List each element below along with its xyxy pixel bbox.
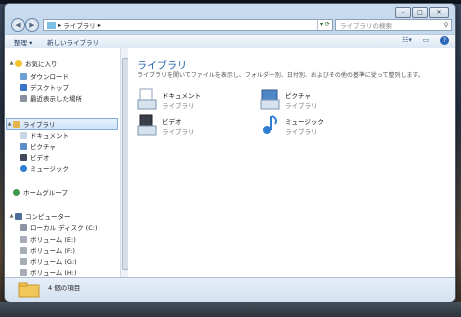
sidebar-favorites[interactable]: ▲ お気に入り: [9, 58, 58, 68]
sidebar-item-label: ミュージック: [30, 165, 69, 173]
library-tile-pictures[interactable]: ピクチャ ライブラリ: [260, 88, 370, 112]
sidebar-item-downloads[interactable]: ダウンロード: [20, 71, 69, 81]
item-count: 4 個の項目: [48, 284, 81, 292]
address-bar[interactable]: ▸ ライブラリ ▸ ▾ ⟳: [43, 19, 333, 31]
sidebar-item-label: デスクトップ: [30, 84, 69, 92]
organize-button[interactable]: 整理 ▾: [14, 37, 32, 47]
computer-icon: [15, 212, 22, 220]
sidebar-item-volume-e[interactable]: ボリューム (E:): [20, 234, 76, 244]
tile-name: ビデオ: [162, 118, 182, 126]
back-arrow-icon[interactable]: ◀: [11, 18, 25, 32]
sidebar-item-desktop[interactable]: デスクトップ: [20, 82, 69, 92]
sidebar-item-recent-places[interactable]: 最近表示した場所: [20, 93, 82, 103]
sidebar-item-volume-f[interactable]: ボリューム (F:): [20, 245, 75, 255]
sidebar-item-label: ピクチャ: [30, 143, 56, 151]
caption-buttons: – □ ✕: [394, 7, 449, 18]
sidebar-item-label: ボリューム (F:): [30, 247, 75, 255]
navigation-pane: ▲ お気に入り ダウンロード デスクトップ 最近表示した場所 ▲ ライブラリ ド…: [5, 48, 121, 277]
documents-icon: [20, 131, 27, 139]
command-bar: 整理 ▾ 新しいライブラリ ☷▾ ▭ ?: [5, 34, 455, 49]
search-input[interactable]: ライブラリの検索: [340, 20, 441, 30]
sidebar-homegroup[interactable]: ホームグループ: [13, 187, 68, 197]
tile-subtitle: ライブラリ: [285, 128, 318, 136]
library-content: ライブラリ ライブラリを開いてファイルを表示し、フォルダー別、日付別、およびその…: [128, 48, 455, 277]
help-icon[interactable]: ?: [440, 36, 449, 45]
sidebar-item-label: ドキュメント: [30, 132, 69, 140]
sidebar-libraries[interactable]: ▲ ライブラリ: [6, 118, 118, 130]
collapse-arrow-icon[interactable]: ▲: [9, 60, 14, 66]
downloads-folder-icon: [20, 72, 27, 80]
navigation-bar: ◀ ▶ ▸ ライブラリ ▸ ▾ ⟳ ライブラリの検索 ⚲: [8, 18, 452, 32]
new-library-button[interactable]: 新しいライブラリ: [47, 37, 99, 47]
view-controls: ☷▾ ▭ ?: [393, 36, 449, 45]
sidebar-item-local-disk-c[interactable]: ローカル ディスク (C:): [20, 222, 97, 232]
sidebar-item-label: ビデオ: [30, 154, 50, 162]
minimize-button[interactable]: –: [395, 7, 411, 18]
maximize-button[interactable]: □: [412, 7, 428, 18]
drive-icon: [20, 235, 27, 243]
sidebar-scrollbar[interactable]: [120, 48, 129, 277]
tile-subtitle: ライブラリ: [162, 102, 195, 110]
breadcrumb-libraries[interactable]: ライブラリ: [63, 20, 96, 30]
tile-subtitle: ライブラリ: [162, 128, 195, 136]
pictures-library-icon: [260, 89, 280, 110]
sidebar-item-volume-g[interactable]: ボリューム (G:): [20, 256, 77, 266]
tile-name: ピクチャ: [285, 92, 311, 100]
sidebar-item-pictures[interactable]: ピクチャ: [20, 141, 56, 151]
music-library-icon: [263, 115, 277, 134]
sidebar-item-label: ボリューム (G:): [30, 258, 77, 266]
drive-icon: [20, 268, 27, 276]
documents-library-icon: [137, 88, 157, 110]
forward-arrow-icon[interactable]: ▶: [25, 18, 39, 32]
star-icon: [15, 59, 22, 67]
sidebar-item-videos[interactable]: ビデオ: [20, 152, 50, 162]
preview-pane-icon[interactable]: ▭: [421, 36, 431, 45]
recent-places-icon: [20, 94, 27, 102]
drive-icon: [20, 257, 27, 265]
library-tile-documents[interactable]: ドキュメント ライブラリ: [137, 88, 247, 112]
close-button[interactable]: ✕: [429, 7, 449, 18]
sidebar-item-label: ダウンロード: [30, 73, 69, 81]
breadcrumb-separator: ▸: [58, 21, 62, 29]
sidebar-item-documents[interactable]: ドキュメント: [20, 130, 69, 140]
tile-name: ミュージック: [285, 118, 324, 126]
local-disk-icon: [20, 223, 27, 231]
videos-icon: [20, 153, 27, 161]
sidebar-computer-label: コンピューター: [25, 213, 71, 221]
pictures-icon: [20, 142, 27, 150]
desktop-icon: [20, 83, 27, 91]
library-icon: [13, 120, 20, 128]
collapse-arrow-icon[interactable]: ▲: [9, 213, 14, 219]
sidebar-item-music[interactable]: ミュージック: [20, 163, 69, 173]
breadcrumb-chevron[interactable]: ▸: [98, 21, 101, 29]
sidebar-favorites-label: お気に入り: [25, 60, 58, 68]
details-pane: 4 個の項目: [5, 277, 455, 302]
tile-subtitle: ライブラリ: [285, 102, 318, 110]
sidebar-item-label: 最近表示した場所: [30, 95, 82, 103]
library-tile-music[interactable]: ミュージック ライブラリ: [260, 114, 370, 138]
sidebar-computer[interactable]: ▲ コンピューター: [9, 211, 71, 221]
sidebar-item-volume-h[interactable]: ボリューム (H:): [20, 267, 77, 277]
homegroup-icon: [13, 188, 20, 196]
tile-name: ドキュメント: [162, 92, 201, 100]
library-folder-icon: [18, 282, 40, 298]
sidebar-item-label: ボリューム (H:): [30, 269, 77, 277]
search-box[interactable]: ライブラリの検索 ⚲: [335, 19, 452, 31]
change-view-icon[interactable]: ☷▾: [402, 36, 412, 45]
folder-icon: [47, 21, 56, 29]
sidebar-libraries-label: ライブラリ: [23, 121, 56, 129]
explorer-window: – □ ✕ ◀ ▶ ▸ ライブラリ ▸ ▾ ⟳ ライブラリの検索 ⚲ 整理 ▾ …: [4, 3, 456, 302]
search-icon[interactable]: ⚲: [441, 21, 451, 29]
taskbar: [0, 302, 461, 317]
videos-library-icon: [137, 114, 157, 136]
music-icon: [20, 164, 27, 172]
sidebar-item-label: ローカル ディスク (C:): [30, 224, 98, 232]
library-description: ライブラリを開いてファイルを表示し、フォルダー別、日付別、およびその他の基準に従…: [137, 72, 424, 79]
sidebar-homegroup-label: ホームグループ: [23, 189, 68, 197]
sidebar-item-label: ボリューム (E:): [30, 236, 76, 244]
refresh-icon[interactable]: ▾ ⟳: [317, 20, 332, 30]
drive-icon: [20, 246, 27, 254]
library-tile-videos[interactable]: ビデオ ライブラリ: [137, 114, 247, 138]
collapse-arrow-icon[interactable]: ▲: [7, 121, 12, 127]
